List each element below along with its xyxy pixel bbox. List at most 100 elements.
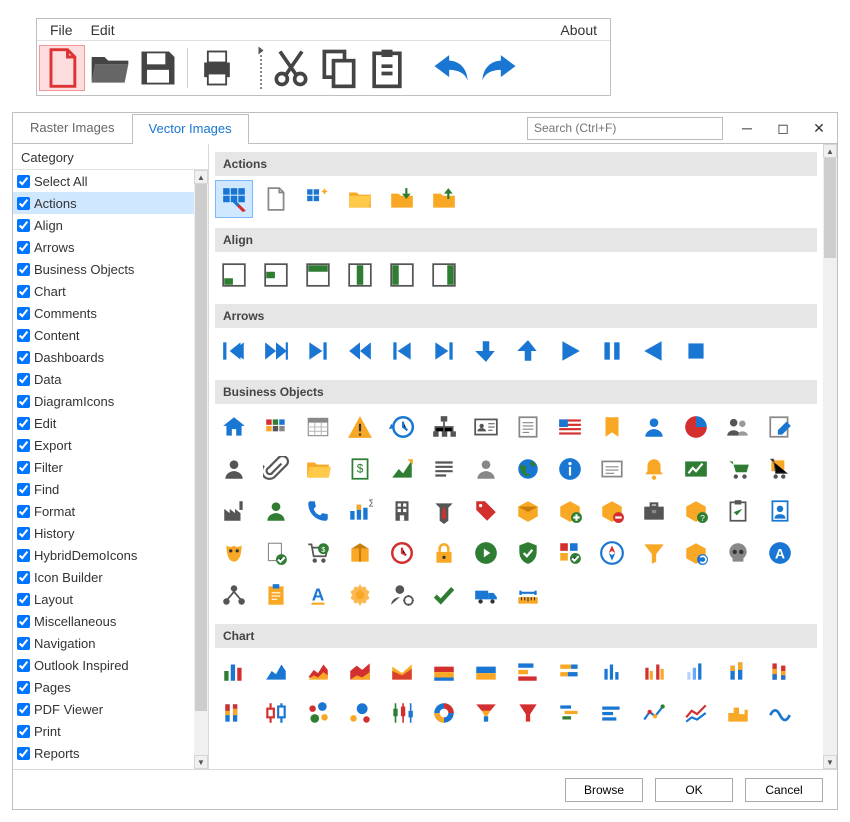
category-item[interactable]: Edit	[13, 412, 194, 434]
paperclip-icon[interactable]	[257, 450, 295, 488]
new-document-button[interactable]	[39, 45, 85, 91]
category-item[interactable]: Export	[13, 434, 194, 456]
category-checkbox[interactable]	[17, 725, 30, 738]
category-item[interactable]: Icon Builder	[13, 566, 194, 588]
checkout-icon[interactable]	[761, 450, 799, 488]
mask-icon[interactable]	[215, 534, 253, 572]
category-checkbox[interactable]	[17, 571, 30, 584]
ruler-icon[interactable]	[509, 576, 547, 614]
calendar-grid-icon[interactable]	[257, 408, 295, 446]
open-button[interactable]	[87, 45, 133, 91]
multi-line-icon[interactable]	[677, 694, 715, 732]
category-checkbox[interactable]	[17, 637, 30, 650]
funnel-solid-icon[interactable]	[509, 694, 547, 732]
vbar-pair-icon[interactable]	[635, 652, 673, 690]
id-badge-icon[interactable]	[761, 492, 799, 530]
align-right-v-icon[interactable]	[425, 256, 463, 294]
category-item[interactable]: Print	[13, 720, 194, 742]
category-checkbox[interactable]	[17, 703, 30, 716]
ok-button[interactable]: OK	[655, 778, 733, 802]
rewind-icon[interactable]	[341, 332, 379, 370]
next-bar-icon[interactable]	[299, 332, 337, 370]
category-item[interactable]: Business Objects	[13, 258, 194, 280]
vbar-small-icon[interactable]	[593, 652, 631, 690]
category-item[interactable]: History	[13, 522, 194, 544]
clock-icon[interactable]	[383, 534, 421, 572]
arrow-up-icon[interactable]	[509, 332, 547, 370]
folder-upload-icon[interactable]	[425, 180, 463, 218]
align-bottom-left-icon[interactable]	[215, 256, 253, 294]
print-button[interactable]	[194, 45, 240, 91]
menu-file[interactable]: File	[41, 22, 82, 38]
bell-icon[interactable]	[635, 450, 673, 488]
trend-badge-icon[interactable]	[677, 450, 715, 488]
category-checkbox[interactable]	[17, 197, 30, 210]
tie-icon[interactable]	[425, 492, 463, 530]
open-folder-icon[interactable]	[299, 450, 337, 488]
close-button[interactable]: ✕	[801, 113, 837, 143]
maximize-button[interactable]: ◻	[765, 113, 801, 143]
menu-about[interactable]: About	[551, 22, 606, 38]
vbar-3seg-icon[interactable]	[761, 652, 799, 690]
tag-icon[interactable]	[467, 492, 505, 530]
user-solid-icon[interactable]	[635, 408, 673, 446]
step-area-icon[interactable]	[719, 694, 757, 732]
box-icon[interactable]	[509, 492, 547, 530]
compass-icon[interactable]	[593, 534, 631, 572]
letter-a-icon[interactable]: A	[299, 576, 337, 614]
briefcase-icon[interactable]	[635, 492, 673, 530]
org-chart-icon[interactable]	[425, 408, 463, 446]
category-checkbox[interactable]	[17, 505, 30, 518]
category-checkbox[interactable]	[17, 483, 30, 496]
candlestick-icon[interactable]	[383, 694, 421, 732]
category-checkbox[interactable]	[17, 307, 30, 320]
category-item[interactable]: Miscellaneous	[13, 610, 194, 632]
category-checkbox[interactable]	[17, 395, 30, 408]
category-checkbox[interactable]	[17, 527, 30, 540]
category-checkbox[interactable]	[17, 439, 30, 452]
align-left-v-icon[interactable]	[383, 256, 421, 294]
bookmark-icon[interactable]	[593, 408, 631, 446]
stop-icon[interactable]	[677, 332, 715, 370]
category-item[interactable]: Navigation	[13, 632, 194, 654]
building-icon[interactable]	[383, 492, 421, 530]
document-rows-icon[interactable]	[509, 408, 547, 446]
category-checkbox[interactable]	[17, 285, 30, 298]
pause-icon[interactable]	[593, 332, 631, 370]
align-middle-left-icon[interactable]	[257, 256, 295, 294]
category-item[interactable]: DiagramIcons	[13, 390, 194, 412]
play-icon[interactable]	[551, 332, 589, 370]
minimize-button[interactable]: ─	[729, 113, 765, 143]
factory-icon[interactable]	[215, 492, 253, 530]
undo-button[interactable]	[428, 45, 474, 91]
bar-split-icon[interactable]: Σ	[341, 492, 379, 530]
clipboard-icon[interactable]	[257, 576, 295, 614]
category-checkbox[interactable]	[17, 593, 30, 606]
info-circle-icon[interactable]	[551, 450, 589, 488]
save-button[interactable]	[135, 45, 181, 91]
category-item[interactable]: HybridDemoIcons	[13, 544, 194, 566]
skip-first-icon[interactable]	[215, 332, 253, 370]
list-lines-icon[interactable]	[425, 450, 463, 488]
area-by-icon[interactable]	[467, 652, 505, 690]
category-item[interactable]: Comments	[13, 302, 194, 324]
cancel-button[interactable]: Cancel	[745, 778, 823, 802]
category-list[interactable]: Select AllActionsAlignArrowsBusiness Obj…	[13, 170, 194, 769]
category-checkbox[interactable]	[17, 373, 30, 386]
category-item[interactable]: Arrows	[13, 236, 194, 258]
pie-chart-icon[interactable]	[677, 408, 715, 446]
users-group-icon[interactable]	[719, 408, 757, 446]
flag-us-icon[interactable]	[551, 408, 589, 446]
warn-icon[interactable]	[341, 408, 379, 446]
a-circle-icon[interactable]: A	[761, 534, 799, 572]
category-item[interactable]: Dashboards	[13, 346, 194, 368]
new-file-icon[interactable]	[257, 180, 295, 218]
fast-forward-icon[interactable]	[257, 332, 295, 370]
category-checkbox[interactable]	[17, 681, 30, 694]
search-input[interactable]	[527, 117, 723, 140]
tab-raster-images[interactable]: Raster Images	[13, 113, 132, 143]
date-table-icon[interactable]	[299, 408, 337, 446]
category-item[interactable]: Data	[13, 368, 194, 390]
category-checkbox[interactable]	[17, 329, 30, 342]
package-icon[interactable]	[341, 534, 379, 572]
